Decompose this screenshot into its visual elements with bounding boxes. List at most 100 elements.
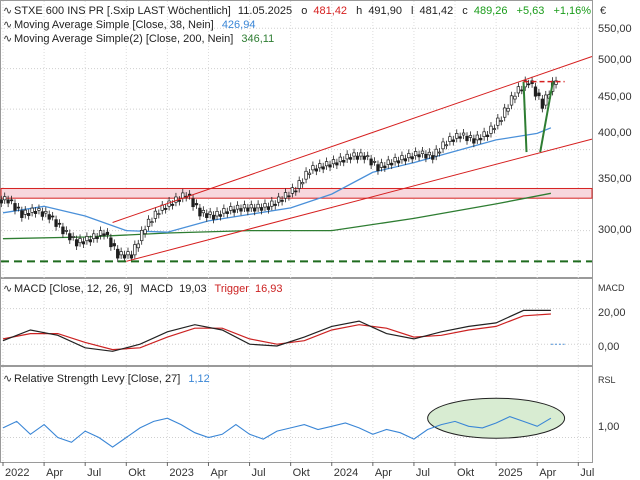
rsl-legend-value: 1,12 [188, 373, 209, 385]
candle-body [492, 128, 497, 130]
candle-body [235, 204, 240, 210]
candle-body [290, 187, 295, 194]
tick-macd-0: 0,00 [598, 341, 619, 353]
candle-body [359, 152, 363, 157]
candle-body [335, 162, 339, 166]
candle-body [37, 208, 41, 211]
candle-body [311, 165, 315, 171]
tick-550: 550,00 [598, 23, 632, 35]
candle-body [68, 233, 72, 241]
change-value: +5,63 [517, 5, 545, 17]
candle-body [129, 254, 134, 259]
candle-body [116, 248, 120, 259]
candle-body [198, 207, 202, 217]
candle-body [355, 155, 360, 160]
candle-body [146, 218, 151, 227]
ma200-legend-icon: ∿ [3, 33, 12, 45]
candle-body [496, 117, 500, 126]
candle-body [47, 214, 51, 220]
tick-500: 500,00 [598, 54, 632, 66]
candle-body [472, 138, 476, 144]
candle-body [489, 125, 493, 134]
candle-body [246, 207, 250, 212]
candle-body [30, 207, 34, 213]
candle-body [431, 155, 435, 160]
candle-body [318, 163, 322, 169]
candle-body [383, 165, 387, 169]
candle-body [516, 86, 521, 94]
tick-350: 350,00 [598, 173, 632, 185]
tick-300: 300,00 [598, 224, 632, 236]
candle-body [40, 211, 45, 217]
candle-body [479, 137, 483, 141]
candle-body [266, 206, 271, 210]
candle-body [328, 164, 332, 168]
candle-body [143, 229, 147, 234]
rsl-legend-icon: ∿ [3, 373, 12, 385]
candle-body [540, 98, 544, 109]
candle-body [218, 214, 223, 217]
candle-body [0, 199, 3, 204]
candle-body [98, 230, 103, 236]
x-tick-label: 2023 [169, 467, 193, 479]
candle-body [417, 154, 421, 158]
x-tick-label: Apr [210, 467, 227, 479]
candle-body [81, 241, 86, 245]
candle-body [352, 152, 356, 157]
candle-body [232, 209, 236, 213]
candle-body [61, 226, 65, 235]
candle-body [485, 134, 490, 138]
x-tick-label: Okt [457, 467, 474, 479]
candle-body [342, 159, 346, 163]
candle-body [74, 239, 79, 247]
candle-body [177, 199, 182, 202]
candle-body [410, 156, 414, 160]
candle-body [372, 161, 377, 163]
candle-body [44, 210, 48, 214]
candle-body [386, 159, 390, 165]
candle-body [57, 222, 62, 225]
candle-body [544, 94, 548, 106]
candle-body [64, 230, 69, 232]
candle-body [513, 95, 517, 100]
close-value: 489,26 [474, 5, 508, 17]
candle-body [273, 203, 277, 206]
candle-body [444, 144, 449, 147]
macd-legend-macd-value: 19,03 [179, 283, 207, 295]
candle-body [201, 209, 205, 214]
price-legend-title: STXE 600 INS PR [.Sxip LAST Wöchentlich] [14, 5, 231, 17]
change-pct: +1,16% [553, 5, 591, 17]
candle-body [153, 210, 158, 219]
candle-body [482, 131, 486, 138]
candle-body [16, 206, 21, 209]
low-value: 481,42 [420, 5, 454, 17]
candle-body [33, 210, 38, 214]
candle-body [249, 204, 253, 209]
candle-body [403, 158, 408, 162]
candle-body [468, 135, 473, 138]
candle-body [170, 203, 175, 206]
ma200-legend-label: Moving Average Simple(2) [Close, 200, Ne… [14, 33, 233, 45]
candle-body [407, 153, 411, 159]
x-tick-label: Okt [293, 467, 310, 479]
x-tick-label: Apr [539, 467, 556, 479]
candle-body [300, 182, 305, 185]
x-tick-label: 2022 [5, 467, 29, 479]
candle-body [225, 211, 229, 214]
price-legend-date: 11.05.2025 [238, 5, 292, 17]
candle-body [424, 153, 428, 159]
chart-svg: € 550,00 500,00 450,00 400,00 350,00 300… [0, 0, 632, 479]
candle-body [256, 203, 260, 209]
x-tick-label: Jul [87, 467, 101, 479]
candle-body [119, 251, 123, 256]
candle-body [393, 157, 397, 163]
candle-body [229, 206, 233, 211]
candle-body [174, 196, 178, 203]
x-tick-label: 2024 [334, 467, 358, 479]
rsl-highlight-ellipse [427, 397, 566, 439]
close-label: c [462, 5, 468, 17]
candle-body [88, 239, 92, 243]
rsl-axis-name: RSL [598, 375, 616, 385]
x-tick-label: Apr [46, 467, 63, 479]
candle-body [277, 196, 281, 203]
